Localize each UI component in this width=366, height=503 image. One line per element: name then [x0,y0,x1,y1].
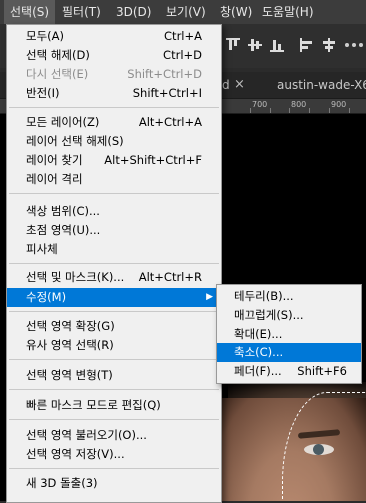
ruler-label: 700 [252,100,268,109]
menu-item-modify[interactable]: 수정(M) ▶ [7,288,221,307]
menu-item-subject[interactable]: 피사체 [7,240,221,259]
align-vertical-centers-icon[interactable] [248,38,262,52]
menu-item-save-selection[interactable]: 선택 영역 저장(V)... [7,445,221,464]
menu-help[interactable]: 도움말(H) [256,0,320,24]
menu-view[interactable]: 보기(V) [160,0,212,24]
menu-3d[interactable]: 3D(D) [110,0,157,24]
menu-item-find-layers[interactable]: 레이어 찾기 Alt+Shift+Ctrl+F [7,151,221,170]
menu-separator [9,193,219,194]
menu-item-isolate-layers[interactable]: 레이어 격리 [7,170,221,189]
menu-item-focus-area[interactable]: 초점 영역(U)... [7,221,221,240]
submenu-item-feather[interactable]: 페더(F)... Shift+F6 [217,362,361,381]
menu-bar: 선택(S) 필터(T) 3D(D) 보기(V) 창(W) 도움말(H) [0,0,366,24]
align-bottom-edges-icon[interactable] [270,38,284,52]
menu-item-deselect-layers[interactable]: 레이어 선택 해제(S) [7,132,221,151]
menu-item-all-layers[interactable]: 모든 레이어(Z) Alt+Ctrl+A [7,113,221,132]
submenu-item-smooth[interactable]: 매끄럽게(S)... [217,306,361,325]
menu-separator [9,419,219,420]
menu-item-select-and-mask[interactable]: 선택 및 마스크(K)... Alt+Ctrl+R [7,268,221,287]
menu-window[interactable]: 창(W) [214,0,258,24]
menu-item-all[interactable]: 모두(A) Ctrl+A [7,27,221,46]
menu-separator [9,389,219,390]
submenu-item-contract[interactable]: 축소(C)... [217,343,361,362]
ruler-label: 800 [291,100,307,109]
menu-item-grow[interactable]: 선택 영역 확장(G) [7,317,221,336]
menu-item-color-range[interactable]: 색상 범위(C)... [7,202,221,221]
menu-item-inverse[interactable]: 반전(I) Shift+Ctrl+I [7,84,221,103]
align-left-edges-icon[interactable] [300,38,314,52]
submenu-item-border[interactable]: 테두리(B)... [217,287,361,306]
menu-item-load-selection[interactable]: 선택 영역 불러오기(O)... [7,426,221,445]
menu-item-deselect[interactable]: 선택 해제(D) Ctrl+D [7,46,221,65]
submenu-arrow-icon: ▶ [206,292,213,302]
menu-filter[interactable]: 필터(T) [56,0,107,24]
align-horizontal-centers-icon[interactable] [322,38,336,52]
menu-item-reselect: 다시 선택(E) Shift+Ctrl+D [26,67,202,81]
menu-separator [9,263,219,264]
menu-item-new-3d-extrusion[interactable]: 새 3D 돌출(3) [7,474,221,493]
align-top-edges-icon[interactable] [226,38,240,52]
menu-item-similar[interactable]: 유사 영역 선택(R) [7,336,221,355]
close-tab-icon[interactable]: × [234,72,245,98]
menu-separator [9,359,219,360]
menu-separator [9,468,219,469]
menu-separator [9,311,219,312]
tab-document[interactable]: d [222,72,230,98]
menu-separator [9,107,219,108]
select-menu-dropdown: 모두(A) Ctrl+A 선택 해제(D) Ctrl+D 다시 선택(E) Shift… [6,24,222,503]
menu-item-quick-mask[interactable]: 빠른 마스크 모드로 편집(Q) [7,396,221,415]
modify-submenu: 테두리(B)... 매끄럽게(S)... 확대(E)... 축소(C)... 페… [216,284,362,384]
submenu-item-expand[interactable]: 확대(E)... [217,325,361,344]
more-options-icon[interactable] [345,43,365,49]
menu-select[interactable]: 선택(S) [4,0,56,24]
ruler-label: 900 [331,100,347,109]
tab-austin-wade[interactable]: austin-wade-X6Uj [277,72,366,98]
menu-item-transform-selection[interactable]: 선택 영역 변형(T) [7,366,221,385]
